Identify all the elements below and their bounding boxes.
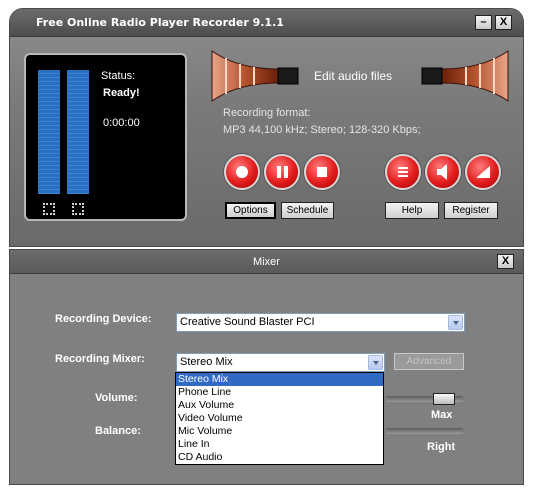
- status-value: Ready!: [103, 87, 140, 99]
- left-meter-handle-icon: [43, 203, 55, 215]
- recording-device-select[interactable]: Creative Sound Blaster PCI: [176, 313, 465, 332]
- volume-max-label: Max: [431, 409, 453, 421]
- recording-mixer-label: Recording Mixer:: [55, 353, 145, 365]
- player-window: Free Online Radio Player Recorder 9.1.1 …: [9, 8, 524, 247]
- status-label: Status:: [101, 70, 136, 82]
- left-channel-meter: [38, 70, 60, 194]
- stop-icon: [317, 167, 327, 177]
- dropdown-option[interactable]: Aux Volume: [176, 399, 383, 412]
- recording-mixer-select[interactable]: Stereo Mix: [176, 353, 385, 372]
- recording-mixer-dropdown[interactable]: Stereo Mix Phone Line Aux Volume Video Volu…: [175, 372, 384, 465]
- dropdown-option[interactable]: Mic Volume: [176, 425, 383, 438]
- mixer-close-button[interactable]: X: [497, 254, 514, 269]
- recording-timer: 0:00:00: [103, 117, 140, 129]
- speaker-icon: [437, 164, 447, 180]
- chevron-down-icon[interactable]: [448, 315, 463, 330]
- balance-label: Balance:: [95, 425, 141, 437]
- chevron-down-icon[interactable]: [368, 355, 383, 370]
- options-button[interactable]: Options: [225, 202, 276, 219]
- recording-format-value: MP3 44,100 kHz; Stereo; 128-320 Kbps;: [223, 124, 421, 136]
- advanced-button[interactable]: Advanced: [394, 353, 464, 370]
- edit-audio-files-link[interactable]: Edit audio files: [314, 69, 392, 83]
- player-titlebar[interactable]: Free Online Radio Player Recorder 9.1.1 …: [10, 9, 523, 37]
- recording-device-label: Recording Device:: [55, 313, 152, 325]
- dropdown-option[interactable]: CD Audio: [176, 451, 383, 464]
- balance-right-label: Right: [427, 441, 456, 453]
- register-button[interactable]: Register: [444, 202, 498, 219]
- record-button[interactable]: [224, 154, 260, 190]
- dropdown-option[interactable]: Line In: [176, 438, 383, 451]
- pause-icon: [277, 166, 288, 178]
- help-button[interactable]: Help: [385, 202, 439, 219]
- pause-button[interactable]: [264, 154, 300, 190]
- volume-button[interactable]: [425, 154, 461, 190]
- level-button[interactable]: [465, 154, 501, 190]
- right-channel-meter: [67, 70, 89, 194]
- schedule-button[interactable]: Schedule: [281, 202, 334, 219]
- list-icon: [398, 167, 408, 177]
- dropdown-option[interactable]: Stereo Mix: [176, 373, 383, 386]
- record-icon: [236, 166, 248, 178]
- balance-slider-track[interactable]: [385, 428, 464, 434]
- recording-mixer-value: Stereo Mix: [180, 356, 233, 368]
- playlist-button[interactable]: [385, 154, 421, 190]
- close-button[interactable]: X: [495, 15, 512, 30]
- dropdown-option[interactable]: Video Volume: [176, 412, 383, 425]
- stop-button[interactable]: [304, 154, 340, 190]
- vu-meter-panel: Status: Ready! 0:00:00: [24, 53, 187, 221]
- mixer-title: Mixer: [253, 256, 280, 268]
- volume-slider-thumb[interactable]: [433, 393, 455, 405]
- window-title: Free Online Radio Player Recorder 9.1.1: [36, 16, 284, 29]
- mixer-titlebar[interactable]: Mixer X: [10, 250, 523, 274]
- right-meter-handle-icon: [72, 203, 84, 215]
- right-horn-icon[interactable]: [418, 47, 510, 105]
- recording-format-label: Recording format:: [223, 107, 311, 119]
- left-horn-icon[interactable]: [210, 47, 302, 105]
- recording-device-value: Creative Sound Blaster PCI: [180, 316, 315, 328]
- dropdown-option[interactable]: Phone Line: [176, 386, 383, 399]
- volume-label: Volume:: [95, 392, 138, 404]
- minimize-button[interactable]: –: [475, 15, 492, 30]
- ramp-icon: [476, 166, 490, 178]
